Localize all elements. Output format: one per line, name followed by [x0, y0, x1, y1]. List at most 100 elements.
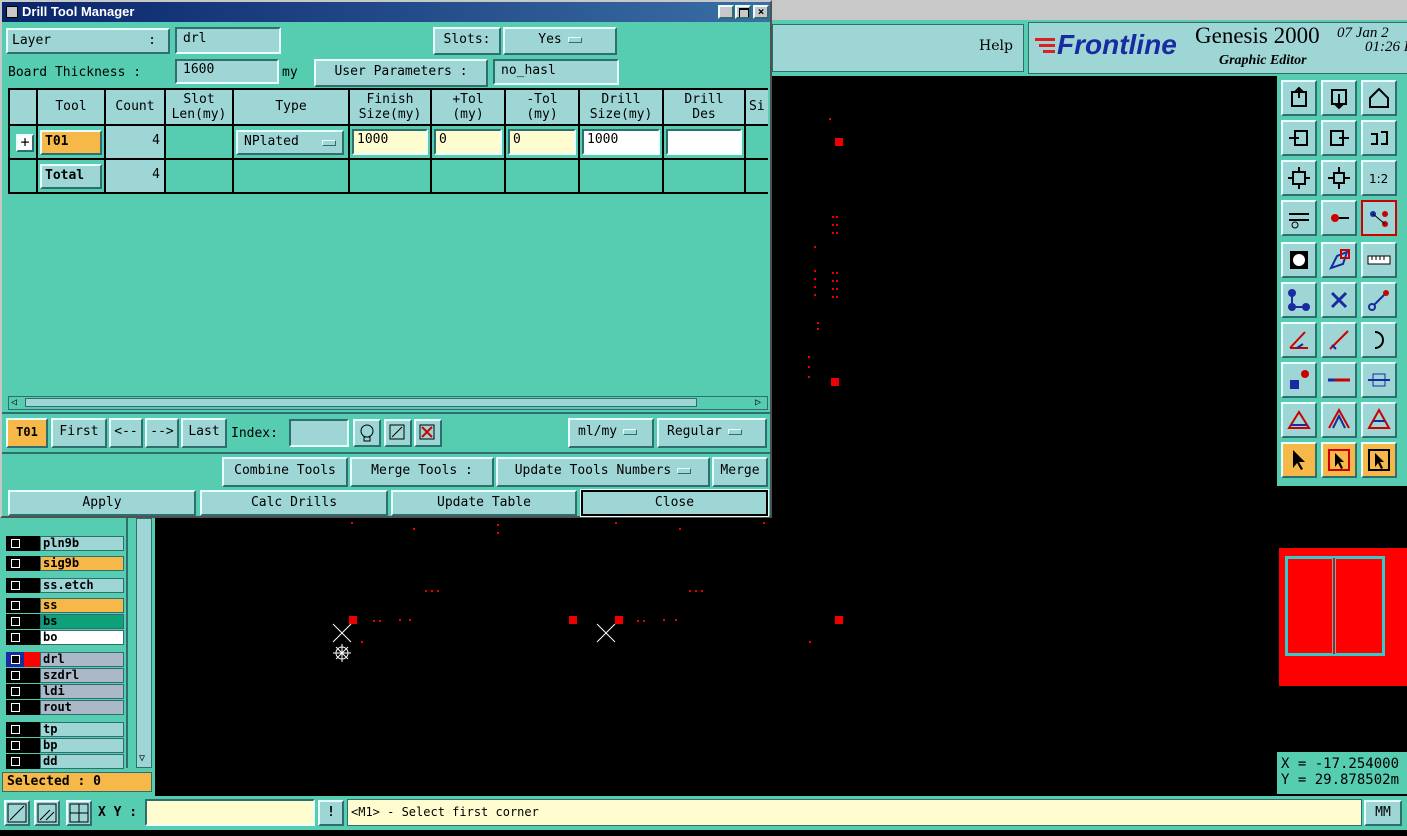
layer-checkbox[interactable] — [6, 652, 24, 667]
bulb-icon[interactable] — [353, 419, 381, 447]
layer-color-swatch[interactable] — [24, 598, 40, 613]
minimize-icon[interactable]: _ — [718, 5, 734, 19]
layer-name[interactable]: sig9b — [40, 556, 124, 571]
layer-color-swatch[interactable] — [24, 630, 40, 645]
delete-feature-icon[interactable] — [1321, 282, 1357, 318]
layer-name[interactable]: ldi — [40, 684, 124, 699]
layer-row-rout[interactable]: rout — [6, 700, 124, 715]
select-box-icon[interactable] — [1321, 442, 1357, 478]
window-title-bar[interactable]: Drill Tool Manager _ × — [2, 2, 770, 22]
layer-color-swatch[interactable] — [24, 754, 40, 769]
layer-name[interactable]: bp — [40, 738, 124, 753]
layer-checkbox[interactable] — [6, 684, 24, 699]
zoom-center-icon[interactable] — [1321, 160, 1357, 196]
drill-size-input[interactable]: 1000 — [582, 129, 660, 155]
layer-checkbox[interactable] — [6, 630, 24, 645]
calc-drills-button[interactable]: Calc Drills — [200, 490, 388, 516]
mode-option-menu[interactable]: Regular — [657, 418, 767, 448]
layer-checkbox[interactable] — [6, 700, 24, 715]
help-button[interactable]: Help — [979, 38, 1013, 54]
layer-color-swatch[interactable] — [24, 700, 40, 715]
layer-name[interactable]: bo — [40, 630, 124, 645]
scroll-thumb[interactable] — [25, 398, 697, 407]
layer-color-swatch[interactable] — [24, 556, 40, 571]
layer-name[interactable]: ss — [40, 598, 124, 613]
col-drill-size[interactable]: Drill Size(my) — [580, 90, 664, 124]
info-icon[interactable]: ! — [318, 800, 344, 826]
layer-color-swatch[interactable] — [24, 614, 40, 629]
zoom-window-icon[interactable] — [4, 800, 30, 826]
triangle-icon[interactable] — [1281, 402, 1317, 438]
layer-name[interactable]: bs — [40, 614, 124, 629]
units-option-menu[interactable]: ml/my — [568, 418, 654, 448]
col-minus-tol[interactable]: -Tol (my) — [506, 90, 580, 124]
layer-input[interactable]: drl — [175, 27, 281, 54]
layer-row-dd[interactable]: dd — [6, 754, 124, 769]
plus-tol-input[interactable]: 0 — [434, 129, 502, 155]
scroll-left-arrow-icon[interactable]: ◁ — [11, 397, 17, 409]
layer-checkbox[interactable] — [6, 668, 24, 683]
layer-row-bp[interactable]: bp — [6, 738, 124, 753]
layer-color-swatch[interactable] — [24, 536, 40, 551]
undo-icon[interactable] — [1361, 120, 1397, 156]
angle-icon[interactable] — [1281, 322, 1317, 358]
xy-input[interactable] — [145, 799, 315, 826]
prev-button[interactable]: <-- — [109, 418, 143, 448]
index-input[interactable] — [289, 419, 349, 447]
layer-color-swatch[interactable] — [24, 684, 40, 699]
select-area-icon[interactable] — [1361, 442, 1397, 478]
layer-checkbox[interactable] — [6, 738, 24, 753]
layer-color-swatch[interactable] — [24, 652, 40, 667]
layer-name[interactable]: pln9b — [40, 536, 124, 551]
netlist-icon[interactable] — [1361, 200, 1397, 236]
update-table-button[interactable]: Update Table — [391, 490, 577, 516]
layer-row-pln9b[interactable]: pln9b — [6, 536, 124, 551]
minus-tol-input[interactable]: 0 — [508, 129, 576, 155]
find-icon[interactable] — [384, 419, 412, 447]
merge-option-menu[interactable]: Update Tools Numbers — [496, 457, 710, 487]
trim-line-icon[interactable] — [1321, 362, 1357, 398]
layer-checkbox[interactable] — [6, 556, 24, 571]
open-job-icon[interactable] — [1281, 80, 1317, 116]
col-finish-size[interactable]: Finish Size(my) — [350, 90, 432, 124]
expand-row-icon[interactable]: + — [16, 134, 34, 152]
table-horizontal-scrollbar[interactable]: ◁ ▷ — [8, 396, 768, 410]
user-parameters-input[interactable]: no_hasl — [493, 59, 619, 85]
maximize-icon[interactable] — [735, 5, 751, 19]
draw-line-icon[interactable] — [1321, 322, 1357, 358]
layer-name[interactable]: szdrl — [40, 668, 124, 683]
layer-row-bs[interactable]: bs — [6, 614, 124, 629]
combine-tools-button[interactable]: Combine Tools — [222, 457, 348, 487]
polygon-icon[interactable] — [1321, 242, 1357, 278]
layer-checkbox[interactable] — [6, 722, 24, 737]
layer-checkbox[interactable] — [6, 578, 24, 593]
grid-icon[interactable] — [66, 800, 92, 826]
layer-name[interactable]: drl — [40, 652, 124, 667]
type-option-menu[interactable]: NPlated — [236, 130, 344, 155]
layer-color-swatch[interactable] — [24, 738, 40, 753]
tool-button[interactable]: T01 — [40, 130, 102, 155]
pad-icon[interactable] — [1281, 242, 1317, 278]
scale-1to2-icon[interactable]: 1:2 — [1361, 160, 1397, 196]
layer-checkbox[interactable] — [6, 536, 24, 551]
col-si[interactable]: Si — [746, 90, 768, 124]
move-left-icon[interactable] — [1281, 120, 1317, 156]
layer-checkbox[interactable] — [6, 754, 24, 769]
layer-name[interactable]: rout — [40, 700, 124, 715]
connect-icon[interactable] — [1281, 282, 1317, 318]
merge-button[interactable]: Merge — [712, 457, 768, 487]
first-button[interactable]: First — [51, 418, 107, 448]
layer-row-drl[interactable]: drl — [6, 652, 124, 667]
units-mm-button[interactable]: MM — [1364, 800, 1402, 826]
board-thickness-input[interactable]: 1600 — [175, 59, 279, 84]
ruler-icon[interactable] — [1361, 242, 1397, 278]
layer-row-ss.etch[interactable]: ss.etch — [6, 578, 124, 593]
col-count[interactable]: Count — [106, 90, 166, 124]
slots-option-menu[interactable]: Yes — [503, 27, 617, 55]
layer-scrollbar[interactable]: ▽ — [136, 518, 152, 768]
triangle-3-icon[interactable] — [1361, 402, 1397, 438]
add-line-icon[interactable] — [1361, 282, 1397, 318]
last-button[interactable]: Last — [181, 418, 227, 448]
col-slot-len[interactable]: Slot Len(my) — [166, 90, 234, 124]
col-plus-tol[interactable]: +Tol (my) — [432, 90, 506, 124]
